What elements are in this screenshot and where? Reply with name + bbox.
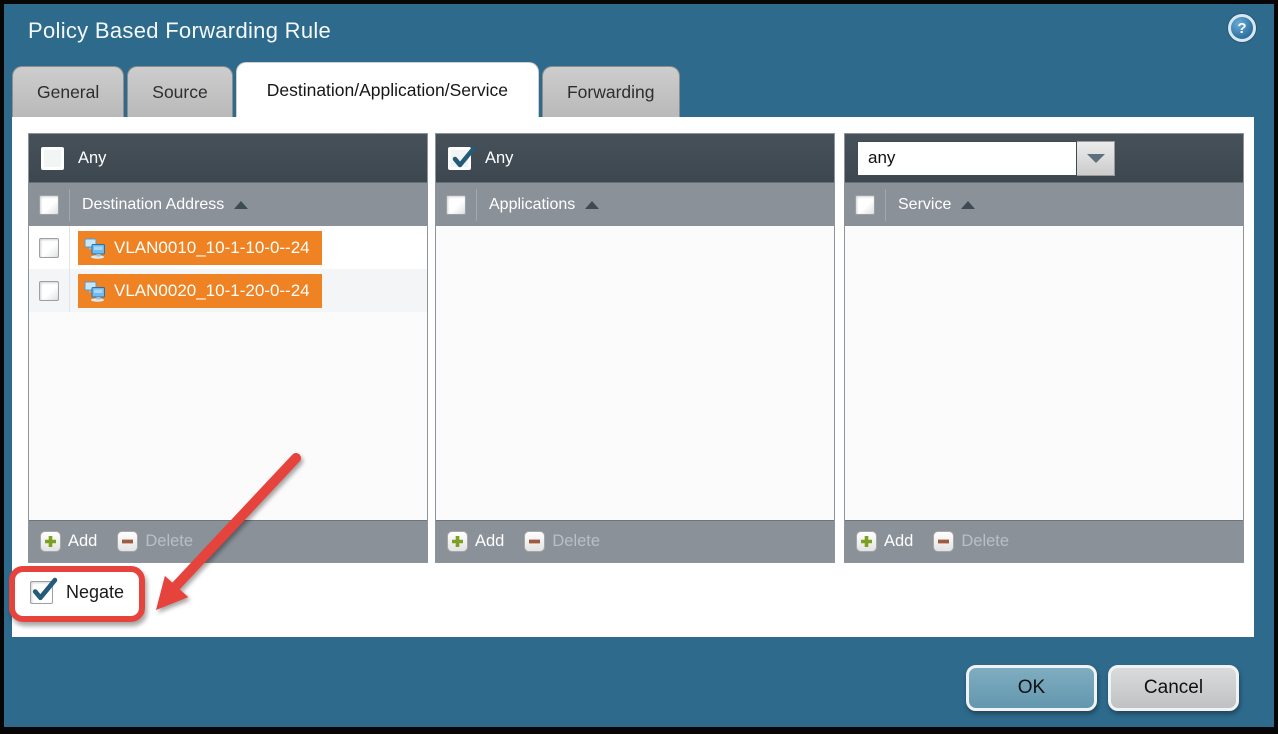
destination-any-label: Any: [78, 149, 106, 168]
tab-source[interactable]: Source: [127, 66, 232, 117]
network-address-icon: [84, 237, 106, 259]
address-object-chip[interactable]: VLAN0020_10-1-20-0--24: [78, 274, 322, 308]
titlebar: Policy Based Forwarding Rule ?: [4, 4, 1274, 62]
destination-any-checkbox[interactable]: [41, 147, 64, 170]
delete-button[interactable]: Delete: [524, 531, 600, 552]
sort-ascending-icon: [961, 201, 975, 209]
checkmark-icon: [30, 577, 57, 604]
panels-container: Any Destination Address: [28, 133, 1244, 563]
add-button[interactable]: Add: [856, 531, 913, 552]
destination-address-panel: Any Destination Address: [28, 133, 428, 563]
cancel-button[interactable]: Cancel: [1108, 665, 1239, 711]
checkmark-icon: [450, 145, 476, 171]
tab-general[interactable]: General: [12, 66, 124, 117]
row-checkbox[interactable]: [39, 238, 59, 258]
help-icon[interactable]: ?: [1228, 14, 1256, 42]
applications-list: [436, 226, 834, 520]
plus-icon: [447, 531, 468, 552]
address-object-chip[interactable]: VLAN0010_10-1-10-0--24: [78, 231, 322, 265]
add-button[interactable]: Add: [447, 531, 504, 552]
tab-bar: General Source Destination/Application/S…: [12, 62, 683, 117]
row-checkbox[interactable]: [39, 281, 59, 301]
service-panel: any Service: [844, 133, 1244, 563]
service-toolbar: Add Delete: [845, 520, 1243, 562]
tab-forwarding[interactable]: Forwarding: [542, 66, 680, 117]
tab-content: Any Destination Address: [12, 117, 1254, 637]
destination-toolbar: Add Delete: [29, 520, 427, 562]
sort-ascending-icon: [585, 201, 599, 209]
service-dropdown[interactable]: any: [857, 141, 1115, 176]
destination-column-label: Destination Address: [82, 196, 224, 214]
address-object-label: VLAN0010_10-1-10-0--24: [114, 238, 310, 258]
sort-ascending-icon: [234, 201, 248, 209]
delete-button[interactable]: Delete: [933, 531, 1009, 552]
ok-button[interactable]: OK: [966, 665, 1097, 711]
destination-any-bar: Any: [29, 134, 427, 182]
table-row[interactable]: VLAN0020_10-1-20-0--24: [29, 269, 427, 312]
plus-icon: [40, 531, 61, 552]
chevron-down-icon: [1087, 154, 1105, 163]
service-column-label: Service: [898, 196, 951, 214]
page-title: Policy Based Forwarding Rule: [28, 18, 331, 44]
applications-column-label: Applications: [489, 196, 575, 214]
delete-button[interactable]: Delete: [117, 531, 193, 552]
address-object-label: VLAN0020_10-1-20-0--24: [114, 281, 310, 301]
network-address-icon: [84, 280, 106, 302]
applications-toolbar: Add Delete: [436, 520, 834, 562]
applications-any-label: Any: [485, 149, 513, 168]
minus-icon: [117, 531, 138, 552]
tab-destination-application-service[interactable]: Destination/Application/Service: [236, 62, 539, 117]
service-dropdown-bar: any: [845, 134, 1243, 182]
negate-checkbox[interactable]: [30, 581, 53, 604]
service-select-all-checkbox[interactable]: [855, 195, 875, 215]
negate-control: Negate: [30, 581, 124, 604]
applications-any-bar: Any: [436, 134, 834, 182]
destination-list: VLAN0010_10-1-10-0--24: [29, 226, 427, 520]
applications-any-checkbox[interactable]: [448, 147, 471, 170]
minus-icon: [933, 531, 954, 552]
applications-column-header[interactable]: Applications: [436, 182, 834, 226]
add-button[interactable]: Add: [40, 531, 97, 552]
service-dropdown-value[interactable]: any: [857, 141, 1077, 176]
service-list: [845, 226, 1243, 520]
plus-icon: [856, 531, 877, 552]
table-row[interactable]: VLAN0010_10-1-10-0--24: [29, 226, 427, 269]
applications-select-all-checkbox[interactable]: [446, 195, 466, 215]
negate-label: Negate: [66, 582, 124, 603]
dropdown-button[interactable]: [1077, 141, 1115, 176]
service-column-header[interactable]: Service: [845, 182, 1243, 226]
minus-icon: [524, 531, 545, 552]
policy-based-forwarding-dialog: Policy Based Forwarding Rule ? General S…: [0, 0, 1278, 734]
applications-panel: Any Applications Add: [435, 133, 835, 563]
destination-select-all-checkbox[interactable]: [39, 195, 59, 215]
destination-column-header[interactable]: Destination Address: [29, 182, 427, 226]
